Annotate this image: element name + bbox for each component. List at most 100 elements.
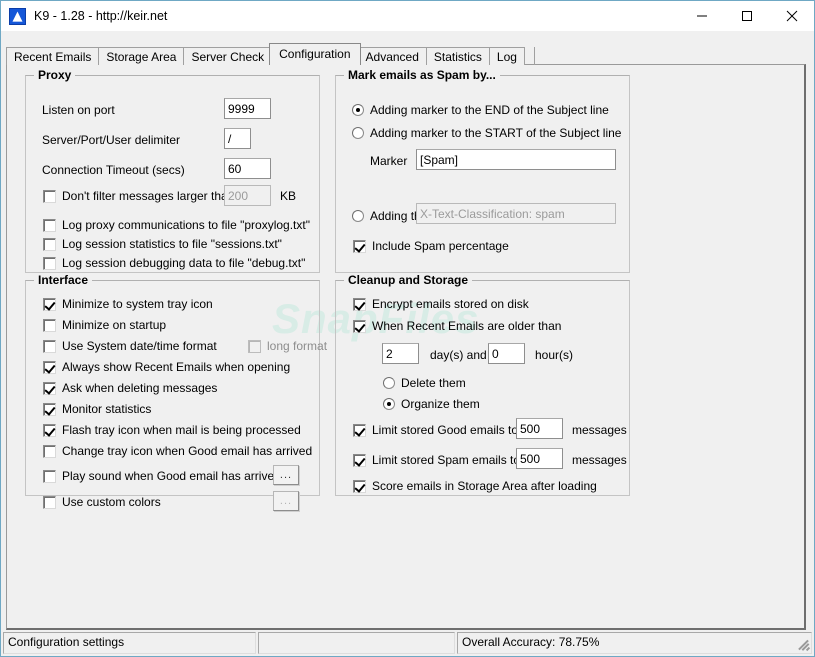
size-filter-unit-label: KB: [280, 189, 297, 203]
window-controls: [679, 1, 814, 31]
minimize-tray-checkbox[interactable]: Minimize to system tray icon: [43, 297, 213, 311]
marker-start-radio[interactable]: Adding marker to the START of the Subjec…: [352, 126, 621, 140]
log-debug-checkbox[interactable]: Log session debugging data to file "debu…: [43, 256, 305, 270]
log-proxy-checkbox[interactable]: Log proxy communications to file "proxyl…: [43, 218, 310, 232]
ask-deleting-checkbox[interactable]: Ask when deleting messages: [43, 381, 217, 395]
monitor-statistics-checkbox[interactable]: Monitor statistics: [43, 402, 151, 416]
custom-colors-label: Use custom colors: [62, 495, 161, 509]
minimize-startup-checkbox[interactable]: Minimize on startup: [43, 318, 166, 332]
system-datetime-checkbox[interactable]: Use System date/time format: [43, 339, 217, 353]
flash-tray-checkbox[interactable]: Flash tray icon when mail is being proce…: [43, 423, 301, 437]
status-middle-panel: [258, 632, 455, 654]
delimiter-input[interactable]: [224, 128, 251, 149]
ask-deleting-label: Ask when deleting messages: [62, 381, 218, 395]
limit-good-label: Limit stored Good emails to: [372, 423, 519, 437]
checkbox-box: [43, 423, 56, 437]
connection-timeout-input[interactable]: [224, 158, 271, 179]
interface-group-legend: Interface: [34, 273, 93, 287]
limit-good-checkbox[interactable]: Limit stored Good emails to: [353, 423, 518, 437]
minimize-button[interactable]: [679, 1, 724, 31]
tab-server-check[interactable]: Server Check: [183, 47, 273, 65]
radio-circle: [383, 398, 395, 410]
connection-timeout-label: Connection Timeout (secs): [42, 163, 185, 177]
delete-them-label: Delete them: [401, 376, 466, 390]
log-statistics-label: Log session statistics to file "sessions…: [62, 237, 282, 251]
log-proxy-label: Log proxy communications to file "proxyl…: [62, 218, 310, 232]
delete-them-radio[interactable]: Delete them: [383, 376, 466, 390]
minimize-tray-label: Minimize to system tray icon: [62, 297, 213, 311]
tab-strip-filler: [524, 47, 535, 65]
log-statistics-checkbox[interactable]: Log session statistics to file "sessions…: [43, 237, 282, 251]
system-datetime-label: Use System date/time format: [62, 339, 217, 353]
checkbox-box: [43, 402, 56, 416]
interface-group: Interface Minimize to system tray icon M…: [25, 273, 327, 511]
delimiter-label: Server/Port/User delimiter: [42, 133, 181, 147]
size-filter-input[interactable]: [224, 185, 271, 206]
monitor-statistics-label: Monitor statistics: [62, 402, 152, 416]
tab-advanced[interactable]: Advanced: [357, 47, 427, 65]
radio-circle: [352, 127, 364, 139]
always-show-recent-checkbox[interactable]: Always show Recent Emails when opening: [43, 360, 290, 374]
limit-spam-input[interactable]: [516, 448, 563, 469]
checkbox-box: [353, 239, 366, 253]
checkbox-box: [353, 479, 366, 493]
marker-end-label: Adding marker to the END of the Subject …: [370, 103, 609, 117]
tab-storage-area[interactable]: Storage Area: [98, 47, 185, 65]
checkbox-box: [43, 444, 56, 458]
long-format-checkbox[interactable]: long format: [248, 339, 327, 353]
include-percentage-checkbox[interactable]: Include Spam percentage: [353, 239, 509, 253]
status-right-panel: Overall Accuracy: 78.75%: [457, 632, 812, 654]
limit-good-input[interactable]: [516, 418, 563, 439]
status-bar: Configuration settings Overall Accuracy:…: [3, 632, 812, 654]
score-storage-checkbox[interactable]: Score emails in Storage Area after loadi…: [353, 479, 597, 493]
checkbox-box: [43, 381, 56, 395]
window-title: K9 - 1.28 - http://keir.net: [34, 9, 168, 23]
marker-end-radio[interactable]: Adding marker to the END of the Subject …: [352, 103, 609, 117]
resize-grip[interactable]: [796, 638, 811, 652]
checkbox-box: [43, 297, 56, 311]
email-header-input[interactable]: [416, 203, 616, 224]
older-than-checkbox[interactable]: When Recent Emails are older than: [353, 319, 561, 333]
days-input[interactable]: [382, 343, 419, 364]
play-sound-label: Play sound when Good email has arrived: [62, 469, 281, 483]
colors-browse-button[interactable]: ...: [273, 491, 299, 511]
play-sound-checkbox[interactable]: Play sound when Good email has arrived: [43, 469, 281, 483]
radio-circle: [352, 210, 364, 222]
listen-port-input[interactable]: [224, 98, 271, 119]
overall-accuracy-text: Overall Accuracy: 78.75%: [462, 635, 600, 649]
checkbox-box: [43, 256, 56, 270]
tab-recent-emails[interactable]: Recent Emails: [6, 47, 100, 65]
close-button[interactable]: [769, 1, 814, 31]
encrypt-emails-checkbox[interactable]: Encrypt emails stored on disk: [353, 297, 529, 311]
change-tray-icon-checkbox[interactable]: Change tray icon when Good email has arr…: [43, 444, 312, 458]
maximize-button[interactable]: [724, 1, 769, 31]
hours-label: hour(s): [535, 348, 574, 362]
limit-spam-checkbox[interactable]: Limit stored Spam emails to: [353, 453, 520, 467]
organize-them-label: Organize them: [401, 397, 480, 411]
tab-log[interactable]: Log: [488, 47, 525, 65]
checkbox-box: [43, 469, 56, 483]
limit-spam-label: Limit stored Spam emails to: [372, 453, 521, 467]
marker-input[interactable]: [416, 149, 616, 170]
checkbox-box: [43, 318, 56, 332]
checkbox-box: [353, 453, 366, 467]
tab-statistics[interactable]: Statistics: [425, 47, 490, 65]
spam-marking-group-legend: Mark emails as Spam by...: [344, 68, 500, 82]
organize-them-radio[interactable]: Organize them: [383, 397, 480, 411]
long-format-label: long format: [267, 339, 328, 353]
k9-app-icon: ▲: [9, 7, 26, 25]
change-tray-icon-label: Change tray icon when Good email has arr…: [62, 444, 313, 458]
tab-strip: Recent Emails Storage Area Server Check …: [6, 43, 535, 65]
checkbox-box: [43, 360, 56, 374]
tab-configuration[interactable]: Configuration: [269, 43, 361, 65]
older-than-label: When Recent Emails are older than: [372, 319, 562, 333]
app-icon-glyph: ▲: [12, 8, 23, 24]
size-filter-checkbox[interactable]: Don't filter messages larger than: [43, 189, 234, 203]
proxy-group-legend: Proxy: [34, 68, 76, 82]
limit-good-unit-label: messages: [572, 423, 627, 437]
marker-start-label: Adding marker to the START of the Subjec…: [370, 126, 622, 140]
radio-circle: [352, 104, 364, 116]
sound-browse-button[interactable]: ...: [273, 465, 299, 485]
hours-input[interactable]: [488, 343, 525, 364]
custom-colors-checkbox[interactable]: Use custom colors: [43, 495, 161, 509]
